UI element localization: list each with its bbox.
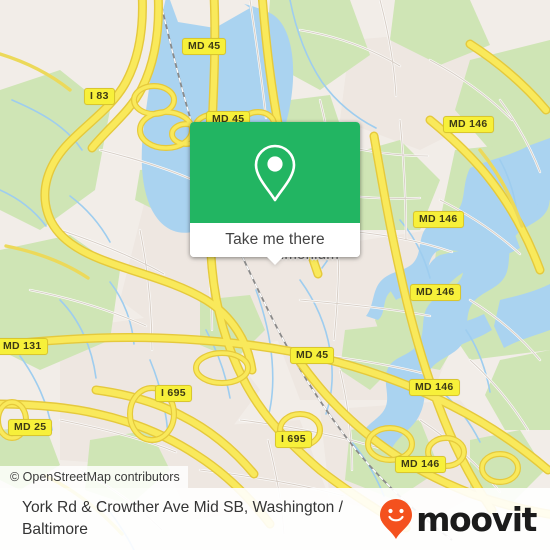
card-icon-area — [190, 122, 360, 223]
card-pointer-tail — [266, 256, 284, 265]
road-shield: MD 131 — [0, 338, 48, 355]
road-shield: MD 45 — [182, 38, 227, 55]
moovit-smiling-pin-icon — [380, 499, 413, 539]
map-pin-icon — [254, 144, 296, 201]
road-shield: I 695 — [275, 431, 312, 448]
moovit-logo[interactable]: moovit — [379, 498, 537, 540]
road-shield: I 83 — [84, 88, 115, 105]
road-shield: MD 146 — [409, 379, 460, 396]
moovit-wordmark: moovit — [416, 499, 537, 539]
osm-attribution[interactable]: © OpenStreetMap contributors — [0, 466, 188, 488]
road-shield: MD 25 — [8, 419, 53, 436]
road-shield: MD 146 — [443, 116, 494, 133]
take-me-there-label: Take me there — [225, 231, 325, 248]
road-shield: MD 146 — [395, 456, 446, 473]
road-shield: MD 146 — [413, 211, 464, 228]
road-shield: I 695 — [155, 385, 192, 402]
take-me-there-card[interactable]: Take me there — [190, 122, 360, 265]
footer-bar: York Rd & Crowther Ave Mid SB, Washingto… — [0, 488, 550, 550]
card-body: Take me there — [190, 122, 360, 257]
road-shield: MD 146 — [410, 284, 461, 301]
station-title: York Rd & Crowther Ave Mid SB, Washingto… — [22, 499, 343, 538]
road-shield: MD 45 — [290, 347, 335, 364]
moovit-station-map-screenshot: Timonium MD 45 I 83 MD 45 MD 146 MD 146 … — [0, 0, 550, 550]
osm-attribution-text: © OpenStreetMap contributors — [10, 470, 180, 484]
card-cta-area[interactable]: Take me there — [190, 223, 360, 257]
